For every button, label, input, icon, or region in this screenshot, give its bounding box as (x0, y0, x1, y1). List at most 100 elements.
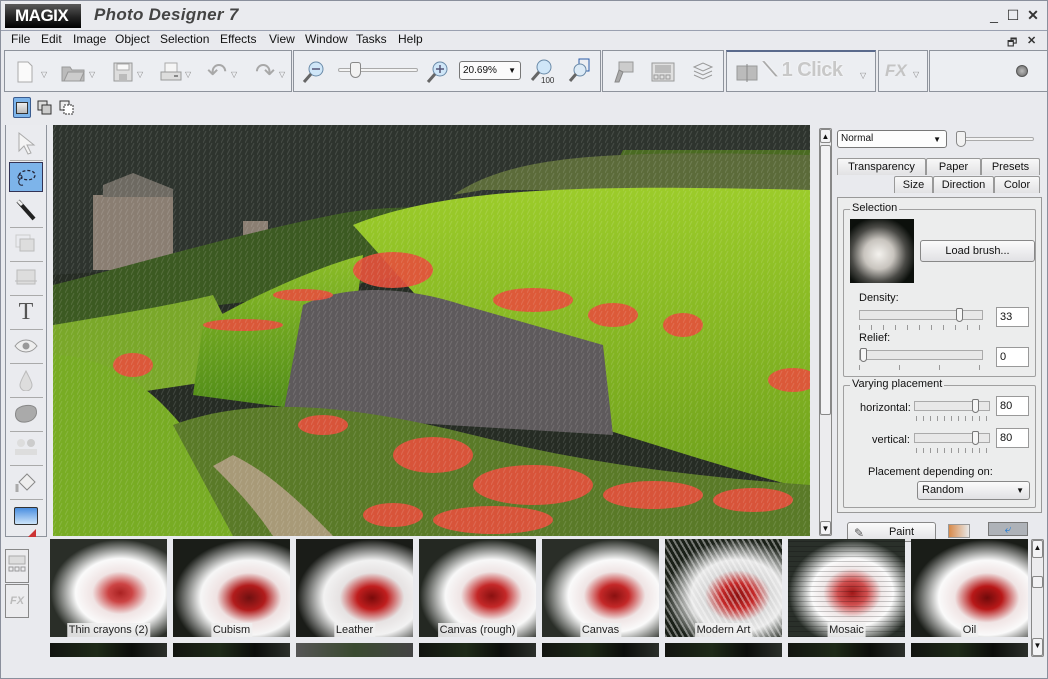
compare-preview-icon[interactable] (948, 524, 970, 538)
tab-presets[interactable]: Presets (981, 158, 1040, 175)
clone-object-tool[interactable] (9, 229, 43, 259)
blur-tool[interactable] (9, 365, 43, 395)
vertical-input[interactable]: 80 (996, 428, 1029, 448)
opacity-slider-thumb[interactable] (956, 131, 966, 147)
lasso-tool[interactable] (9, 162, 43, 192)
scroll-up-button[interactable]: ▲ (820, 129, 831, 143)
gallery-item-row2[interactable] (173, 643, 290, 657)
fx-button[interactable]: FX (885, 61, 907, 81)
brush-tool[interactable] (9, 195, 43, 225)
fx-dropdown-icon[interactable]: ▽ (913, 70, 919, 79)
gallery-scroll-up-button[interactable]: ▲ (1032, 540, 1043, 558)
tab-transparency[interactable]: Transparency (837, 158, 926, 175)
menu-help[interactable]: Help (398, 31, 423, 47)
menu-file[interactable]: File (11, 31, 30, 47)
gallery-item-row2[interactable] (50, 643, 167, 657)
red-eye-tool[interactable] (9, 331, 43, 361)
blend-mode-select[interactable]: Normal (837, 130, 947, 148)
one-click-dropdown-icon[interactable]: ▽ (860, 71, 866, 80)
gallery-item-row2[interactable] (788, 643, 905, 657)
gallery-item-mosaic[interactable]: Mosaic (788, 539, 905, 637)
zoom-out-icon[interactable] (300, 60, 328, 84)
open-folder-icon[interactable] (59, 60, 87, 84)
brush-preview[interactable] (850, 219, 914, 283)
pointer-tool[interactable] (9, 128, 43, 158)
print-dropdown-icon[interactable]: ▽ (185, 70, 191, 79)
gallery-scroll-down-button[interactable]: ▼ (1032, 638, 1043, 656)
menu-view[interactable]: View (269, 31, 295, 47)
minimize-button[interactable]: _ (986, 7, 1002, 23)
placement-select[interactable]: Random ▼ (917, 481, 1030, 500)
opacity-slider[interactable] (956, 137, 1034, 141)
maximize-button[interactable]: ☐ (1005, 7, 1021, 24)
gallery-view-button[interactable] (5, 549, 29, 583)
fx-gallery-button[interactable]: FX (5, 584, 29, 618)
close-button[interactable]: ✕ (1025, 7, 1041, 24)
layers-icon[interactable] (689, 60, 717, 84)
gallery-item-leather[interactable]: Leather (296, 539, 413, 637)
print-icon[interactable] (157, 60, 185, 84)
gallery-item-row2[interactable] (665, 643, 782, 657)
redo-icon[interactable]: ↷ (251, 59, 279, 86)
zoom-slider-thumb[interactable] (350, 62, 361, 78)
gallery-vertical-scrollbar[interactable]: ▲ ▼ (1031, 539, 1044, 657)
tab-color[interactable]: Color (994, 176, 1040, 193)
open-dropdown-icon[interactable]: ▽ (89, 70, 95, 79)
relief-input[interactable]: 0 (996, 347, 1029, 367)
color-triangle-icon[interactable] (28, 529, 36, 537)
slideshow-icon[interactable] (649, 60, 677, 84)
zoom-in-icon[interactable] (424, 60, 452, 84)
horizontal-slider-thumb[interactable] (972, 399, 979, 413)
gallery-item-row2[interactable] (419, 643, 536, 657)
gradient-tool[interactable] (9, 501, 43, 531)
menu-image[interactable]: Image (73, 31, 106, 47)
canvas-vertical-scrollbar[interactable]: ▲ ▼ (819, 128, 832, 536)
relief-slider-thumb[interactable] (860, 348, 867, 362)
tab-paper[interactable]: Paper (926, 158, 981, 175)
image-canvas[interactable] (53, 125, 810, 536)
fill-tool[interactable] (9, 467, 43, 497)
gallery-item-row2[interactable] (911, 643, 1028, 657)
photo-edit-icon[interactable] (609, 60, 637, 84)
subtract-selection-button[interactable] (59, 100, 75, 119)
scrollbar-thumb[interactable] (820, 145, 831, 415)
load-brush-button[interactable]: Load brush... (920, 240, 1035, 262)
sponge-tool[interactable] (9, 399, 43, 429)
image-frame-tool[interactable] (9, 263, 43, 293)
density-slider-thumb[interactable] (956, 308, 963, 322)
gallery-item-thin-crayons[interactable]: Thin crayons (2) (50, 539, 167, 637)
zoom-level-select[interactable]: 20.69% (459, 61, 521, 80)
mdi-close-button[interactable]: ✕ (1027, 34, 1036, 47)
zoom-100-icon[interactable]: 100 (529, 59, 557, 84)
add-selection-button[interactable] (37, 100, 53, 119)
vertical-slider[interactable] (914, 431, 990, 445)
horizontal-input[interactable]: 80 (996, 396, 1029, 416)
gallery-item-canvas[interactable]: Canvas (542, 539, 659, 637)
new-dropdown-icon[interactable]: ▽ (41, 70, 47, 79)
save-dropdown-icon[interactable]: ▽ (137, 70, 143, 79)
relief-slider[interactable] (859, 348, 983, 362)
scroll-down-button[interactable]: ▼ (820, 521, 831, 535)
compare-icon[interactable] (733, 61, 761, 85)
menu-edit[interactable]: Edit (41, 31, 62, 47)
gallery-item-modern-art[interactable]: Modern Art (665, 539, 782, 637)
horizontal-slider[interactable] (914, 399, 990, 413)
text-tool[interactable]: T (9, 297, 43, 327)
stamp-tool[interactable] (9, 433, 43, 463)
menu-effects[interactable]: Effects (220, 31, 256, 47)
density-slider[interactable] (859, 308, 983, 322)
new-icon[interactable] (11, 60, 39, 84)
one-click-button[interactable]: ⟍ 1 Click (763, 59, 843, 82)
gallery-item-row2[interactable] (542, 643, 659, 657)
vertical-slider-thumb[interactable] (972, 431, 979, 445)
gallery-scrollbar-thumb[interactable] (1032, 576, 1043, 588)
redo-dropdown-icon[interactable]: ▽ (279, 70, 285, 79)
gallery-item-oil[interactable]: Oil (911, 539, 1028, 637)
gallery-item-row2[interactable] (296, 643, 413, 657)
new-selection-button[interactable] (13, 97, 31, 118)
gallery-item-cubism[interactable]: Cubism (173, 539, 290, 637)
save-icon[interactable] (109, 60, 137, 84)
tab-direction[interactable]: Direction (933, 176, 994, 193)
apply-icon[interactable]: ⤶ (988, 522, 1028, 536)
zoom-fit-icon[interactable] (566, 58, 594, 83)
